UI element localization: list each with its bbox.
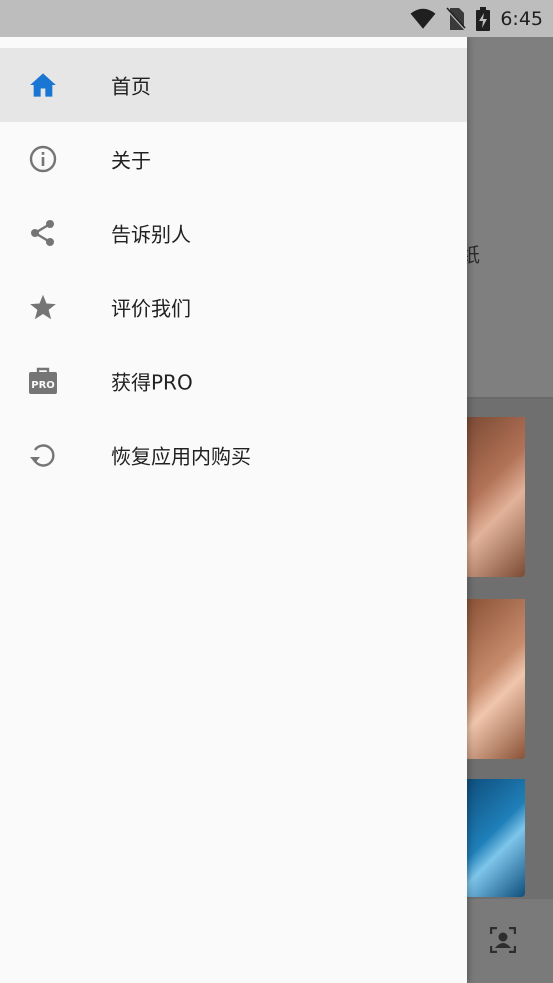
drawer-item-label: 告诉别人: [111, 222, 191, 247]
background-image-tile: [467, 779, 525, 897]
background-image-tile: [467, 599, 525, 759]
drawer-item-about[interactable]: 关于: [0, 122, 467, 196]
status-icons: 6:45: [410, 6, 543, 32]
background-header: [467, 37, 553, 397]
drawer-item-rate[interactable]: 评价我们: [0, 270, 467, 344]
star-icon: [28, 292, 58, 322]
background-image-grid: [467, 399, 553, 899]
pro-bag-icon: PRO: [28, 366, 58, 396]
svg-text:PRO: PRO: [31, 380, 55, 391]
drawer-item-get-pro[interactable]: PRO 获得PRO: [0, 344, 467, 418]
status-bar: 6:45: [0, 0, 553, 37]
no-sim-icon: [446, 7, 467, 30]
drawer-top-gap: [0, 37, 467, 48]
home-icon: [28, 70, 58, 100]
drawer-item-label: 首页: [111, 74, 151, 99]
navigation-drawer: 首页 关于 告诉别人 评价我们 PRO 获得PRO 恢复应用内购买: [0, 37, 467, 983]
wifi-icon: [410, 8, 436, 29]
face-scan-icon: [490, 927, 516, 953]
share-icon: [28, 218, 58, 248]
info-icon: [28, 144, 58, 174]
drawer-item-home[interactable]: 首页: [0, 48, 467, 122]
drawer-item-label: 关于: [111, 148, 151, 173]
drawer-item-share[interactable]: 告诉别人: [0, 196, 467, 270]
restore-icon: [28, 440, 58, 470]
drawer-item-label: 评价我们: [111, 296, 191, 321]
background-image-tile: [467, 417, 525, 577]
drawer-item-restore-purchases[interactable]: 恢复应用内购买: [0, 418, 467, 492]
drawer-item-label: 获得PRO: [111, 370, 193, 395]
battery-charging-icon: [476, 7, 491, 31]
drawer-item-label: 恢复应用内购买: [111, 444, 251, 469]
status-time: 6:45: [500, 8, 543, 30]
